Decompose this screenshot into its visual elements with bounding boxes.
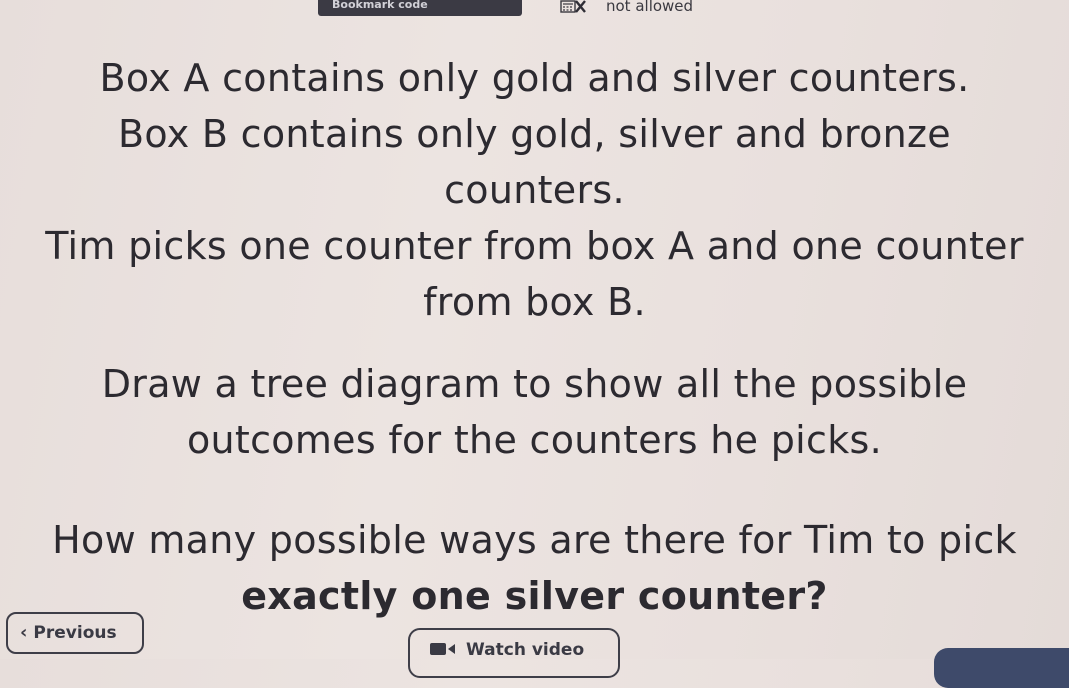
next-button[interactable] — [934, 648, 1069, 688]
question-line: Tim picks one counter from box A and one… — [45, 224, 1024, 268]
question-line: from box B. — [423, 280, 646, 324]
video-camera-icon — [430, 643, 455, 655]
question-intro: Box A contains only gold and silver coun… — [0, 50, 1069, 330]
question-line: outcomes for the counters he picks. — [186, 418, 882, 462]
calculator-status: not allowed — [606, 0, 694, 15]
previous-button[interactable]: ‹ Previous — [6, 612, 144, 654]
bookmark-button[interactable]: Bookmark code — [318, 0, 522, 16]
question-task: Draw a tree diagram to show all the poss… — [0, 356, 1069, 468]
question-ask: How many possible ways are there for Tim… — [0, 512, 1069, 624]
question-line-bold: exactly one silver counter? — [241, 574, 828, 618]
watch-video-label: Watch video — [466, 640, 585, 660]
bookmark-label: Bookmark code — [332, 0, 428, 11]
top-bar: Bookmark code not allowed — [0, 0, 1069, 20]
question-line: How many possible ways are there for Tim… — [52, 518, 1017, 562]
chevron-left-icon: ‹ — [20, 622, 28, 643]
calculator-crossed-icon — [560, 0, 586, 13]
question-line: Box A contains only gold and silver coun… — [99, 56, 970, 100]
question-line: counters. — [444, 168, 625, 212]
question-line: Box B contains only gold, silver and bro… — [118, 112, 951, 156]
previous-label: Previous — [33, 623, 117, 643]
question-line: Draw a tree diagram to show all the poss… — [101, 362, 968, 406]
watch-video-button[interactable]: Watch video — [408, 628, 620, 678]
